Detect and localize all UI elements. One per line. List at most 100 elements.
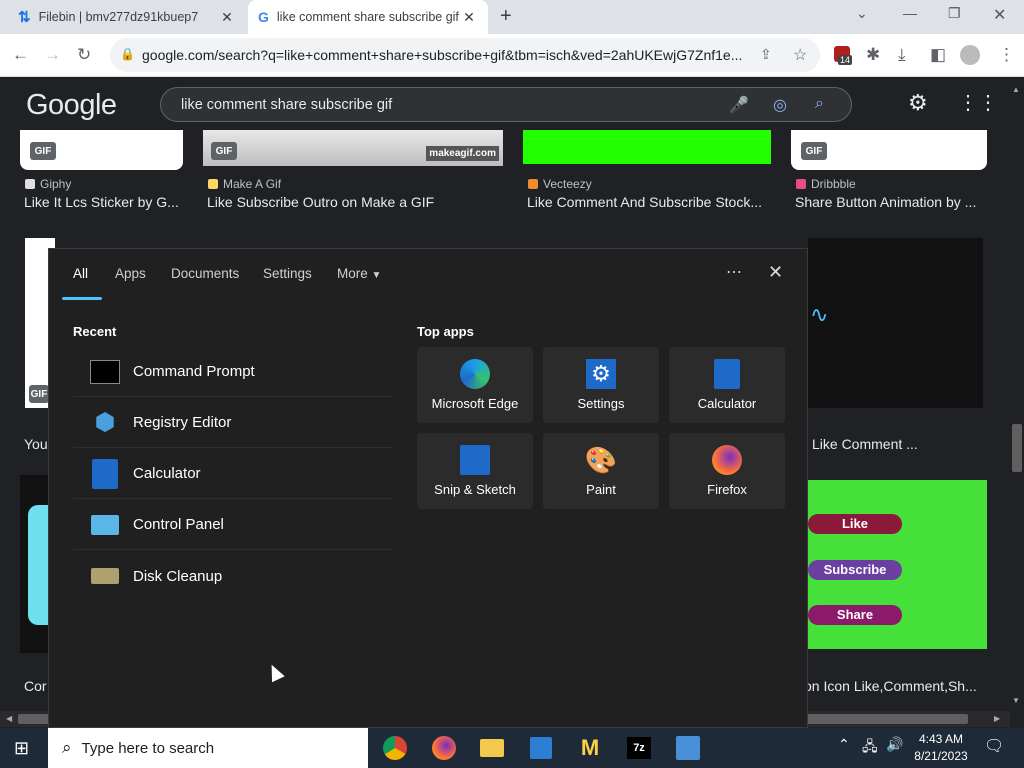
top-app-calculator[interactable]: Calculator bbox=[669, 347, 785, 423]
more-options-icon[interactable]: ⋯ bbox=[726, 262, 742, 282]
clock-time: 4:43 AM bbox=[918, 732, 964, 746]
result-thumbnail[interactable]: GIF makeagif.com bbox=[203, 130, 503, 166]
share-icon[interactable]: ⇪ bbox=[760, 46, 772, 63]
result-title[interactable]: Like Subscribe Outro on Make a GIF bbox=[207, 194, 434, 210]
recent-item-registry-editor[interactable]: ⬢ Registry Editor bbox=[73, 398, 393, 448]
tab-documents[interactable]: Documents bbox=[171, 266, 239, 281]
scroll-right-icon[interactable]: ▶ bbox=[994, 714, 1000, 723]
result-source[interactable]: Make A Gif bbox=[208, 177, 281, 191]
result-title[interactable]: Like It Lcs Sticker by G... bbox=[24, 194, 179, 210]
lens-icon[interactable]: ◎ bbox=[773, 95, 787, 115]
chrome-menu-icon[interactable]: ⋮ bbox=[998, 45, 1015, 65]
bookmark-star-icon[interactable]: ☆ bbox=[793, 45, 807, 65]
close-tab-icon[interactable]: ✕ bbox=[218, 9, 236, 26]
back-icon[interactable]: ← bbox=[12, 45, 29, 65]
search-query: like comment share subscribe gif bbox=[181, 96, 393, 113]
address-bar[interactable]: 🔒 google.com/search?q=like+comment+share… bbox=[110, 38, 820, 72]
result-thumbnail[interactable]: GIF bbox=[20, 130, 183, 170]
chrome-taskbar-icon[interactable] bbox=[381, 734, 409, 762]
result-thumbnail[interactable] bbox=[523, 130, 771, 164]
top-app-settings[interactable]: ⚙ Settings bbox=[543, 347, 659, 423]
scrollbar-thumb[interactable] bbox=[1012, 424, 1022, 472]
top-apps-heading: Top apps bbox=[417, 324, 474, 339]
active-tab-indicator bbox=[62, 297, 102, 300]
gear-icon[interactable]: ⚙ bbox=[908, 90, 928, 116]
tab-all[interactable]: All bbox=[73, 266, 88, 281]
file-explorer-icon[interactable] bbox=[478, 734, 506, 762]
scroll-left-icon[interactable]: ◀ bbox=[6, 714, 12, 723]
store-icon[interactable] bbox=[527, 734, 555, 762]
gif-badge: GIF bbox=[29, 385, 49, 403]
tab-google-search[interactable]: G like comment share subscribe gif ✕ bbox=[248, 0, 488, 34]
chevron-up-icon[interactable]: ⌃ bbox=[838, 736, 850, 753]
m-app-icon[interactable]: M bbox=[576, 734, 604, 762]
recent-item-command-prompt[interactable]: Command Prompt bbox=[73, 347, 393, 397]
extension-icon[interactable]: 14 bbox=[834, 46, 853, 65]
close-tab-icon[interactable]: ✕ bbox=[460, 9, 478, 26]
chevron-down-icon: ▼ bbox=[371, 270, 382, 281]
network-icon[interactable]: 🖧 bbox=[862, 736, 878, 760]
taskbar-search-box[interactable]: ⌕ Type here to search bbox=[48, 728, 368, 768]
filebin-icon: ⇅ bbox=[18, 9, 31, 26]
close-icon[interactable]: ✕ bbox=[768, 262, 783, 283]
app-taskbar-icon[interactable] bbox=[674, 734, 702, 762]
lock-icon[interactable]: 🔒 bbox=[120, 47, 135, 61]
google-search-box[interactable]: like comment share subscribe gif 🎤 ◎ ⌕ bbox=[160, 87, 852, 122]
giphy-icon bbox=[25, 179, 35, 189]
taskbar-clock[interactable]: 4:43 AM 8/21/2023 bbox=[906, 731, 976, 765]
share-button-graphic: Share bbox=[808, 605, 902, 625]
result-title[interactable]: Like Comment And Subscribe Stock... bbox=[527, 194, 762, 210]
firefox-taskbar-icon[interactable] bbox=[430, 734, 458, 762]
search-icon[interactable]: ⌕ bbox=[815, 95, 824, 113]
result-title[interactable]: on Icon Like,Comment,Sh... bbox=[804, 678, 977, 694]
result-source[interactable]: Dribbble bbox=[796, 177, 856, 191]
side-panel-icon[interactable]: ◧ bbox=[930, 45, 946, 65]
forward-icon[interactable]: → bbox=[44, 45, 61, 65]
minimize-button[interactable]: — bbox=[903, 5, 917, 21]
top-app-edge[interactable]: Microsoft Edge bbox=[417, 347, 533, 423]
result-thumbnail[interactable]: GIF bbox=[791, 130, 987, 170]
apps-grid-icon[interactable]: ⋮⋮ bbox=[958, 90, 998, 115]
mic-icon[interactable]: 🎤 bbox=[729, 95, 749, 115]
recent-item-control-panel[interactable]: Control Panel bbox=[73, 500, 393, 550]
tab-search-icon[interactable]: ⌄ bbox=[856, 5, 868, 22]
recent-item-calculator[interactable]: Calculator bbox=[73, 449, 393, 499]
result-source[interactable]: Vecteezy bbox=[528, 177, 592, 191]
top-app-label: Microsoft Edge bbox=[431, 396, 519, 411]
puzzle-extensions-icon[interactable]: ✱ bbox=[866, 45, 880, 65]
scroll-down-icon[interactable]: ▼ bbox=[1012, 696, 1020, 705]
tab-more[interactable]: More ▼ bbox=[337, 266, 381, 281]
browser-tab-strip: ⇅ Filebin | bmv277dz91kbuep7 ✕ G like co… bbox=[0, 0, 1024, 34]
result-thumbnail[interactable]: Like Subscribe Share bbox=[808, 480, 987, 649]
result-title[interactable]: You bbox=[24, 436, 48, 452]
scroll-up-icon[interactable]: ▲ bbox=[1012, 85, 1020, 94]
profile-avatar[interactable] bbox=[960, 45, 980, 65]
close-window-button[interactable]: ✕ bbox=[993, 5, 1006, 25]
tab-settings[interactable]: Settings bbox=[263, 266, 312, 281]
result-source[interactable]: Giphy bbox=[25, 177, 71, 191]
new-tab-button[interactable]: + bbox=[500, 5, 512, 28]
top-app-snip-sketch[interactable]: Snip & Sketch bbox=[417, 433, 533, 509]
result-thumbnail[interactable] bbox=[20, 475, 50, 653]
restore-button[interactable]: ❐ bbox=[948, 5, 961, 22]
tab-apps[interactable]: Apps bbox=[115, 266, 146, 281]
7zip-icon[interactable]: 7z bbox=[625, 734, 653, 762]
vertical-scrollbar[interactable]: ▲ ▼ bbox=[1010, 77, 1024, 711]
top-app-firefox[interactable]: Firefox bbox=[669, 433, 785, 509]
tab-filebin[interactable]: ⇅ Filebin | bmv277dz91kbuep7 ✕ bbox=[8, 0, 246, 34]
google-logo[interactable]: Google bbox=[26, 89, 117, 122]
top-app-paint[interactable]: 🎨 Paint bbox=[543, 433, 659, 509]
result-title[interactable]: Share Button Animation by ... bbox=[795, 194, 976, 210]
recent-item-disk-cleanup[interactable]: Disk Cleanup bbox=[73, 551, 393, 601]
edge-icon bbox=[459, 358, 491, 390]
windows-start-icon[interactable]: ⊞ bbox=[14, 738, 29, 759]
reload-icon[interactable]: ↻ bbox=[77, 45, 91, 65]
recent-item-label: Calculator bbox=[133, 465, 201, 482]
result-title[interactable]: Like Comment ... bbox=[812, 436, 918, 452]
result-title[interactable]: Cor bbox=[24, 678, 47, 694]
notifications-icon[interactable]: 🗨 bbox=[984, 736, 1004, 756]
calculator-icon bbox=[711, 358, 743, 390]
download-icon[interactable]: ⤓ bbox=[898, 45, 906, 65]
result-thumbnail[interactable]: ∿ bbox=[808, 238, 983, 408]
volume-icon[interactable]: 🔊 bbox=[886, 736, 903, 753]
